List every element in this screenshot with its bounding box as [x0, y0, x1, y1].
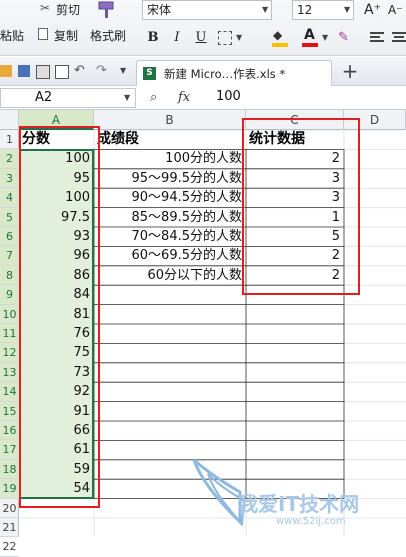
row-header-2[interactable]: 2: [0, 149, 19, 169]
watermark-title: 我爱IT技术网: [238, 492, 360, 516]
font-name-select[interactable]: 宋体: [142, 0, 272, 20]
row-header-14[interactable]: 14: [0, 382, 19, 402]
new-tab-button[interactable]: +: [340, 58, 360, 84]
row-header-12[interactable]: 12: [0, 343, 19, 363]
zoom-search-icon[interactable]: ⌕: [150, 90, 166, 106]
range-label-cell[interactable]: 70～84.5分的人数: [94, 227, 246, 246]
row-header-21[interactable]: 21: [0, 518, 19, 538]
undo-icon[interactable]: ↶: [74, 64, 86, 77]
formula-bar: A2 ▼ ⌕ fx 100: [0, 86, 406, 110]
paste-label: 粘贴: [0, 29, 25, 43]
ribbon-toolbar: ✂ 剪切 粘贴 复制 格式刷 宋体 ▼ 12 ▼ A⁺ A⁻ B I U ▼ ◆…: [0, 0, 406, 56]
font-size-dropdown-arrow[interactable]: ▼: [344, 0, 354, 20]
italic-button[interactable]: I: [168, 29, 186, 47]
insert-function-button[interactable]: fx: [178, 88, 198, 108]
row-header-15[interactable]: 15: [0, 401, 19, 421]
redo-icon[interactable]: ↷: [96, 64, 108, 77]
document-tab-bar: ↶ ↷ ▼ S 新建 Micro…作表.xls * +: [0, 57, 406, 86]
row-header-9[interactable]: 9: [0, 285, 19, 305]
row-header-20[interactable]: 20: [0, 499, 19, 518]
align-center-icon[interactable]: [392, 31, 406, 45]
range-label-cell[interactable]: 60～69.5分的人数: [94, 246, 246, 265]
row-header-13[interactable]: 13: [0, 362, 19, 383]
range-label-cell[interactable]: 90～94.5分的人数: [94, 188, 246, 207]
copy-label: 复制: [54, 29, 79, 43]
row-header-3[interactable]: 3: [0, 168, 19, 189]
grow-font-icon[interactable]: A⁺: [364, 0, 384, 20]
range-label-cell[interactable]: 60分以下的人数: [94, 266, 246, 285]
shrink-font-icon[interactable]: A⁻: [388, 0, 406, 20]
document-tab-title: 新建 Micro…作表.xls *: [164, 67, 286, 81]
name-box-dropdown-arrow[interactable]: ▼: [124, 88, 134, 108]
document-tab[interactable]: S 新建 Micro…作表.xls *: [136, 60, 332, 86]
row-header-19[interactable]: 19: [0, 479, 19, 499]
customize-toolbar-dropdown[interactable]: ▼: [120, 65, 132, 77]
bold-button[interactable]: B: [144, 29, 162, 47]
row-header-6[interactable]: 6: [0, 227, 19, 247]
row-header-10[interactable]: 10: [0, 304, 19, 324]
row-header-18[interactable]: 18: [0, 459, 19, 480]
underline-button[interactable]: U: [192, 29, 210, 47]
font-color-icon[interactable]: A: [302, 27, 318, 48]
excel-file-icon: S: [143, 67, 156, 80]
row-header-11[interactable]: 11: [0, 324, 19, 344]
row-header-5[interactable]: 5: [0, 207, 19, 227]
row-header-1[interactable]: 1: [0, 130, 19, 150]
open-folder-icon[interactable]: [0, 65, 12, 77]
row-header-4[interactable]: 4: [0, 188, 19, 208]
row-header-16[interactable]: 16: [0, 421, 19, 441]
cut-button[interactable]: ✂ 剪切: [40, 0, 88, 18]
range-label-cell[interactable]: 100分的人数: [94, 149, 246, 168]
row-header-bar: 1 2 3 4 5 6 7 8 9 10 11 12 13 14 15 16 17 18 19 20 21 22: [0, 130, 19, 557]
brush-icon: [98, 1, 114, 18]
copy-icon: [38, 28, 48, 40]
site-watermark: 我爱IT技术网 www.52ij.com: [190, 452, 406, 536]
clear-format-icon[interactable]: ✎: [338, 28, 358, 48]
font-color-dropdown-arrow[interactable]: ▼: [322, 29, 332, 47]
print-icon[interactable]: [36, 65, 50, 79]
print-preview-icon[interactable]: [55, 65, 69, 79]
annotation-box-column-c: [242, 118, 360, 295]
font-dropdown-arrow[interactable]: ▼: [262, 0, 272, 20]
copy-button[interactable]: 复制: [38, 24, 86, 46]
save-icon[interactable]: [18, 65, 30, 77]
header-cell-b1[interactable]: 成绩段: [94, 130, 246, 149]
format-painter-button[interactable]: 格式刷: [90, 0, 130, 46]
row-header-22[interactable]: 22: [0, 537, 19, 557]
paste-button[interactable]: 粘贴: [0, 24, 30, 46]
border-dropdown-arrow[interactable]: ▼: [236, 29, 246, 47]
row-header-8[interactable]: 8: [0, 265, 19, 286]
column-header-b[interactable]: B: [94, 110, 246, 130]
scissors-icon: ✂: [40, 1, 51, 15]
format-painter-label: 格式刷: [90, 29, 127, 43]
align-left-icon[interactable]: [370, 31, 384, 45]
name-box[interactable]: A2: [0, 88, 136, 108]
corner-select-all[interactable]: [0, 110, 19, 130]
annotation-box-column-a: [19, 126, 100, 508]
cut-label: 剪切: [56, 3, 81, 17]
border-icon[interactable]: [218, 31, 232, 45]
row-header-7[interactable]: 7: [0, 246, 19, 266]
watermark-url: www.52ij.com: [276, 516, 346, 527]
range-label-cell[interactable]: 85～89.5分的人数: [94, 208, 246, 227]
row-header-17[interactable]: 17: [0, 440, 19, 460]
fill-color-icon[interactable]: ◆: [272, 28, 288, 48]
formula-input[interactable]: 100: [216, 89, 241, 104]
range-label-cell[interactable]: 95～99.5分的人数: [94, 169, 246, 188]
